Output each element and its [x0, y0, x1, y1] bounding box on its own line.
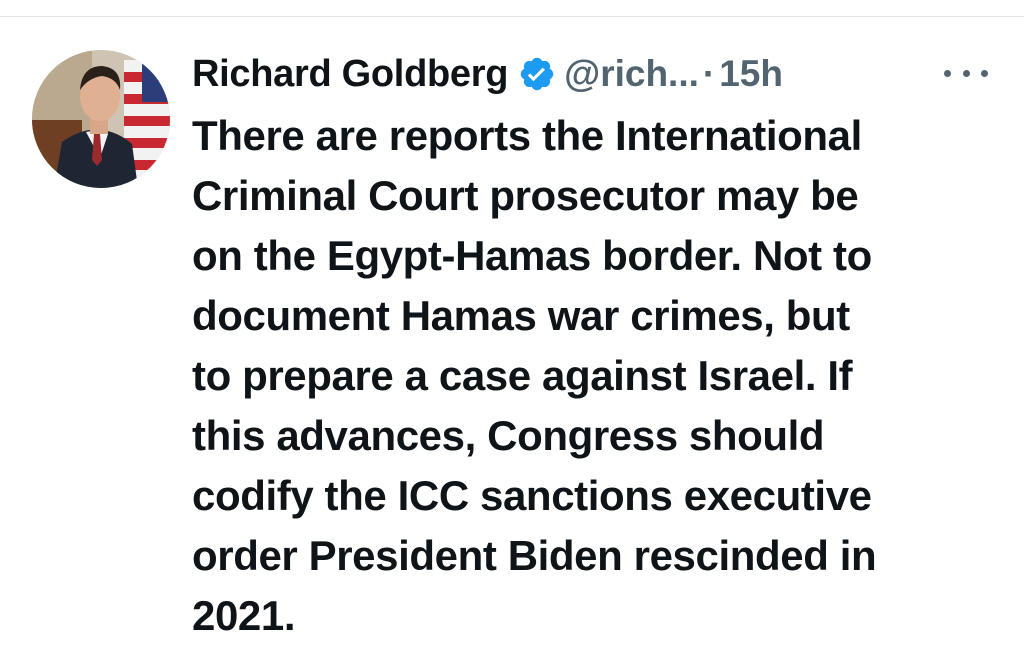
- author-handle[interactable]: @rich...: [564, 53, 699, 95]
- more-options-icon[interactable]: [944, 62, 988, 84]
- tweet-body: There are reports the International Crim…: [192, 106, 992, 646]
- avatar[interactable]: [32, 50, 170, 188]
- author-name[interactable]: Richard Goldberg: [192, 53, 508, 96]
- more-dot: [962, 69, 970, 77]
- tweet-text-line: There are reports the International: [192, 112, 862, 159]
- tweet-text-line: to prepare a case against Israel. If: [192, 352, 853, 399]
- separator-dot: ·: [702, 53, 716, 94]
- tweet-text-line: order President Biden rescinded in: [192, 532, 877, 579]
- more-dot: [981, 69, 988, 77]
- tweet-text-line: Criminal Court prosecutor may be: [192, 172, 859, 219]
- avatar-photo: [32, 50, 170, 188]
- tweet-text-line: this advances, Congress should: [192, 412, 825, 459]
- tweet-header: Richard Goldberg @rich... · 15h: [192, 46, 992, 102]
- tweet-text-line: document Hamas war crimes, but: [192, 292, 850, 339]
- tweet-text-line: 2021.: [192, 592, 296, 639]
- tweet-timestamp[interactable]: 15h: [719, 53, 783, 95]
- tweet-text-line: codify the ICC sanctions executive: [192, 472, 872, 519]
- verified-badge-icon: [518, 55, 556, 93]
- tweet-text-line: on the Egypt-Hamas border. Not to: [192, 232, 872, 279]
- more-dot: [944, 69, 951, 77]
- top-divider: [0, 16, 1024, 17]
